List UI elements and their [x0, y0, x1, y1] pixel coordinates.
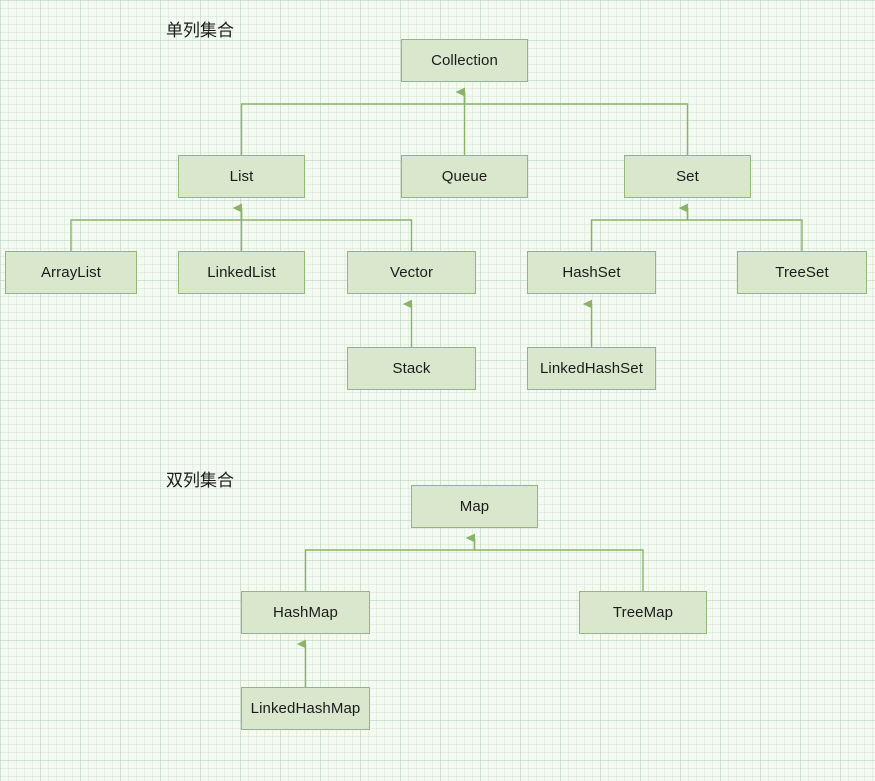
edge-vector-to-list [242, 208, 413, 251]
node-label-hashset: HashSet [562, 264, 621, 281]
node-treeset[interactable]: TreeSet [737, 251, 867, 294]
node-label-stack: Stack [392, 360, 431, 377]
edge-hashset-to-set [590, 208, 689, 251]
section-label-single: 单列集合 [166, 21, 234, 40]
edge-treemap-to-map [475, 538, 644, 591]
section-label-double: 双列集合 [166, 471, 234, 490]
node-map[interactable]: Map [411, 485, 538, 528]
node-label-collection: Collection [431, 52, 498, 69]
node-arraylist[interactable]: ArrayList [5, 251, 137, 294]
node-vector[interactable]: Vector [347, 251, 476, 294]
node-label-treemap: TreeMap [612, 604, 674, 621]
node-label-queue: Queue [441, 168, 488, 185]
node-label-treeset: TreeSet [775, 264, 829, 281]
node-queue[interactable]: Queue [401, 155, 528, 198]
node-collection[interactable]: Collection [401, 39, 528, 82]
edge-arraylist-to-list [70, 208, 243, 251]
node-label-map: Map [459, 498, 490, 515]
node-label-list: List [229, 168, 254, 185]
node-label-linkedlist: LinkedList [207, 264, 276, 281]
diagram-canvas: 单列集合双列集合 Collection List Queue Set ArrayList… [0, 0, 875, 781]
node-label-linkedhashset: LinkedHashSet [539, 360, 644, 377]
edge-layer [70, 0, 803, 687]
node-label-arraylist: ArrayList [40, 264, 102, 281]
node-label-vector: Vector [389, 264, 434, 281]
node-label-hashmap: HashMap [273, 604, 338, 621]
edge-set-to-collection [465, 92, 689, 155]
node-treemap[interactable]: TreeMap [579, 591, 707, 634]
node-set[interactable]: Set [624, 155, 751, 198]
node-linkedhashmap[interactable]: LinkedHashMap [241, 687, 370, 730]
node-list[interactable]: List [178, 155, 305, 198]
node-hashmap[interactable]: HashMap [241, 591, 370, 634]
node-label-linkedhashmap: LinkedHashMap [250, 700, 361, 717]
edge-hashmap-to-map [304, 538, 476, 591]
node-label-set: Set [676, 168, 699, 185]
node-linkedhashset[interactable]: LinkedHashSet [527, 347, 656, 390]
node-linkedlist[interactable]: LinkedList [178, 251, 305, 294]
edge-treeset-to-set [688, 208, 803, 251]
node-stack[interactable]: Stack [347, 347, 476, 390]
node-hashset[interactable]: HashSet [527, 251, 656, 294]
edge-list-to-collection [240, 92, 466, 155]
